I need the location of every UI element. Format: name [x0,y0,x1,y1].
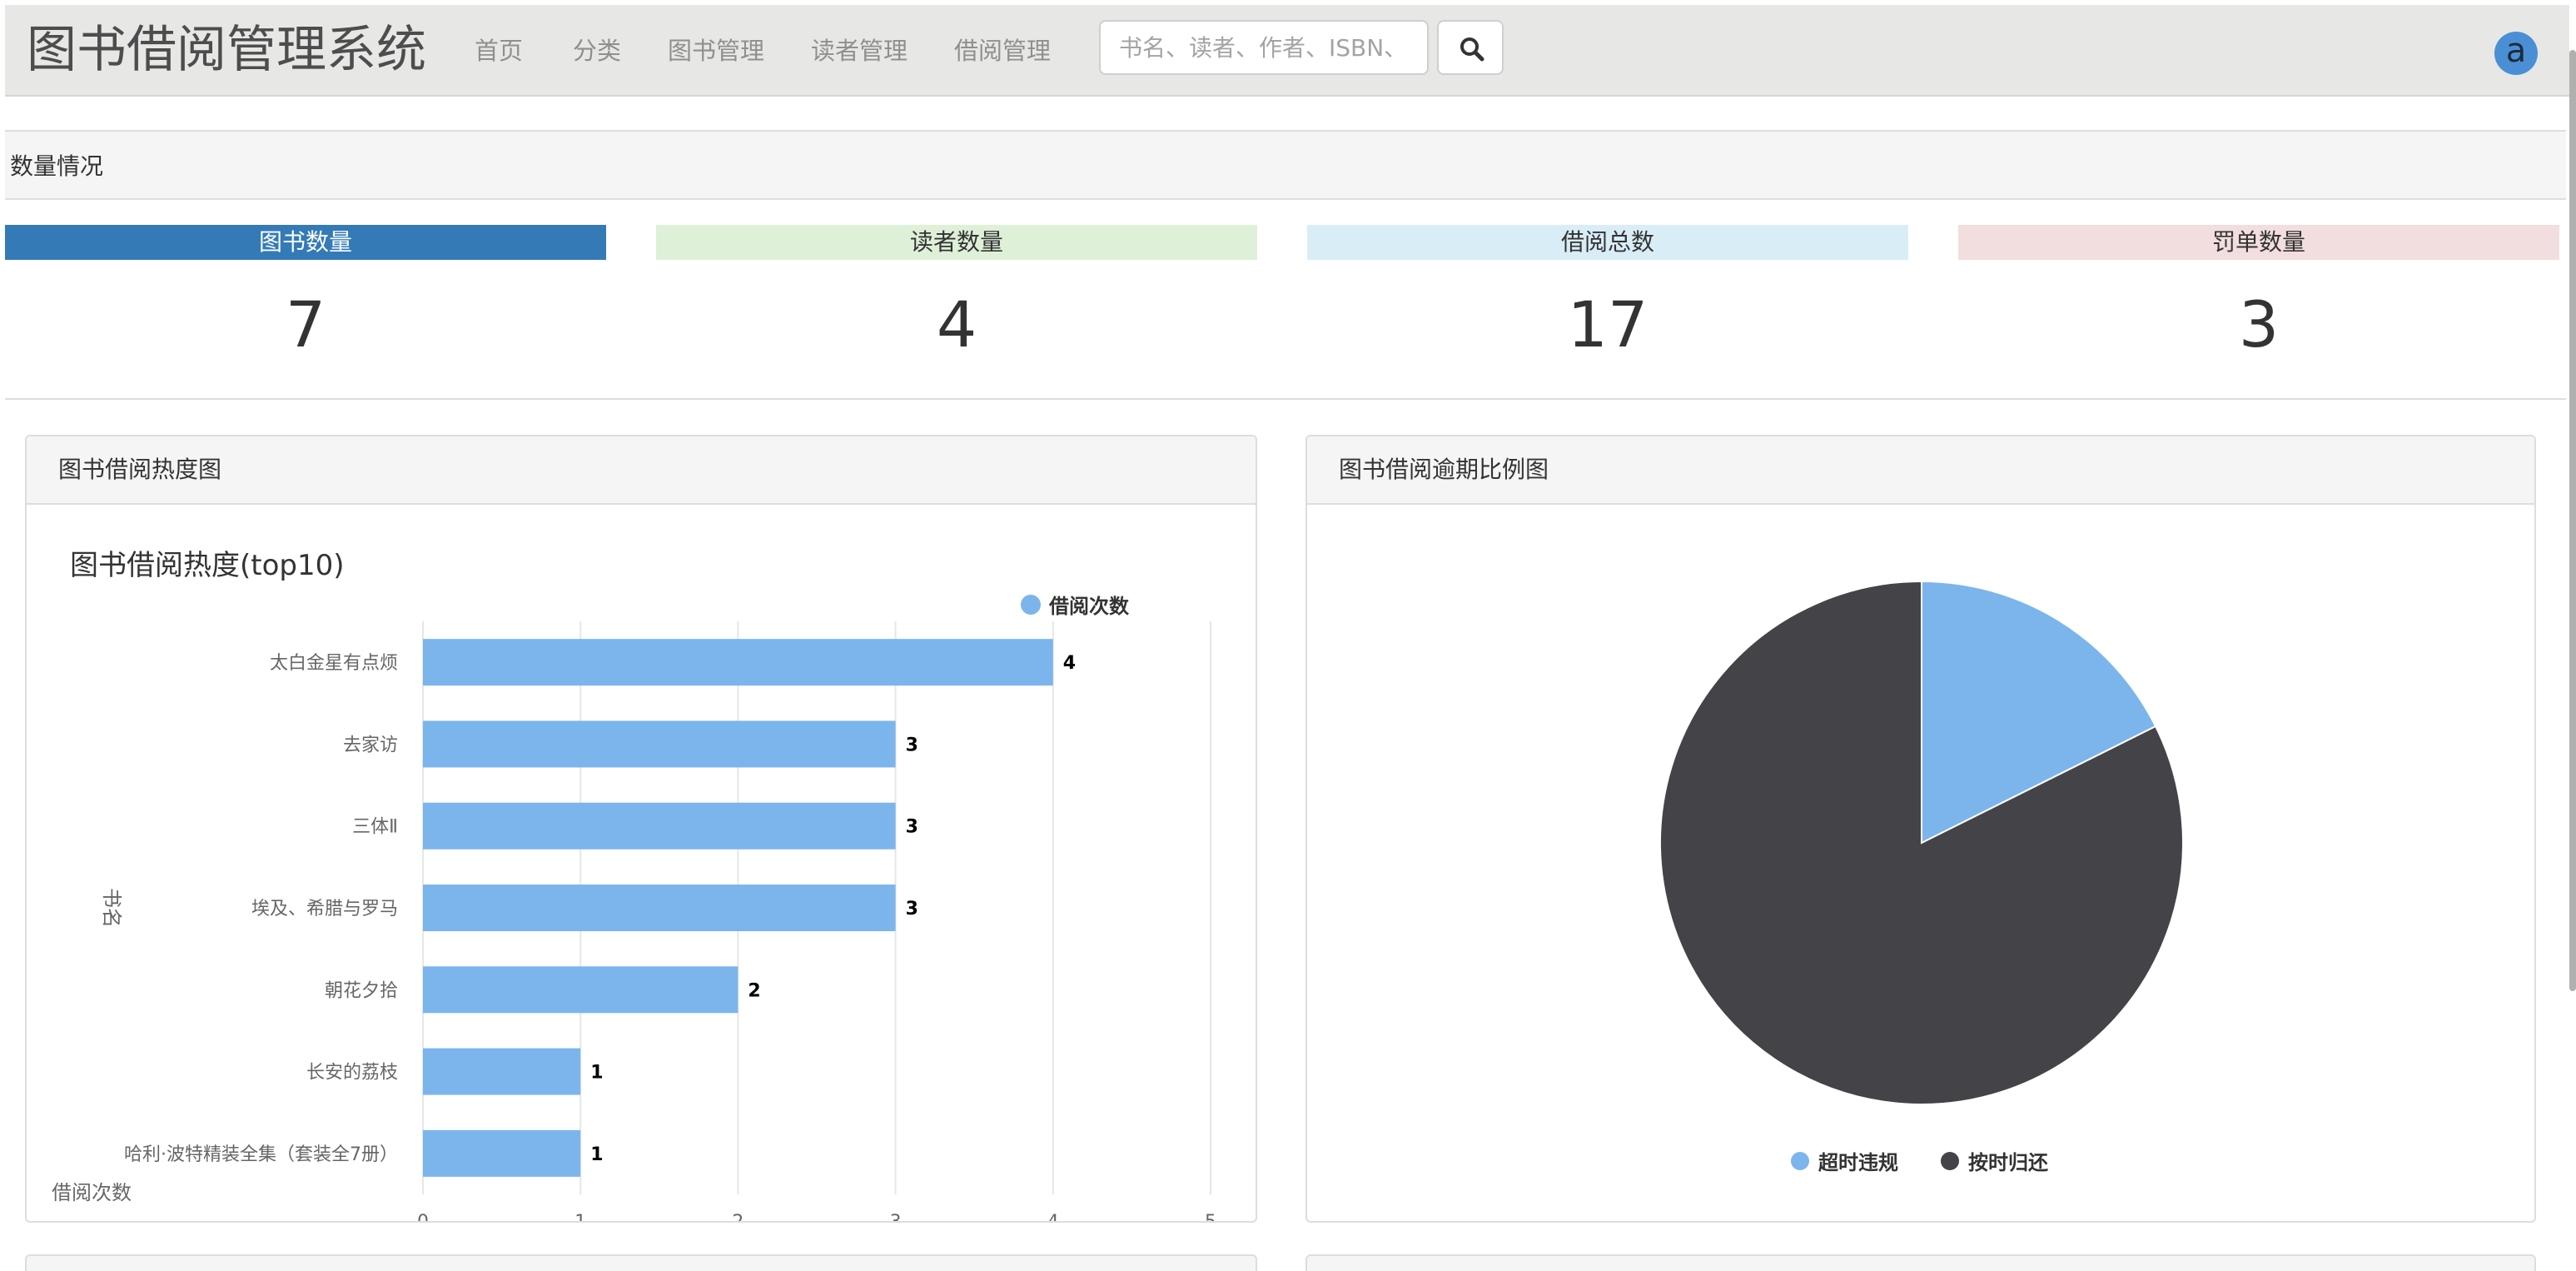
legend-marker [1791,1152,1809,1170]
panel-title: 图书借阅逾期比例图 [1339,456,1549,483]
bar-data-label: 4 [1063,653,1076,674]
panel-title: 图书借阅热度图 [58,456,222,483]
borrow-heat-bar-chart: 图书借阅热度(top10) 借阅次数 0 1 2 3 4 5 4 太白金星有点烦 3 去家访 3 三体Ⅱ 3… [52,549,1216,1221]
bar[interactable] [423,639,1053,686]
x-axis-title: 借阅次数 [52,1181,132,1204]
stat-label-fines: 罚单数量 [1958,225,2559,260]
y-tick-label: 去家访 [343,735,398,755]
y-tick-label: 三体Ⅱ [352,817,398,838]
stat-value-borrows: 17 [1567,287,1649,361]
y-tick-label: 太白金星有点烦 [270,653,398,674]
next-panel-edge [25,1254,1257,1271]
bar-data-label: 3 [906,899,918,920]
legend-marker [1941,1152,1959,1170]
section-header: 数量情况 [5,130,2566,200]
stat-label-books: 图书数量 [5,225,606,260]
stat-label-borrows: 借阅总数 [1307,225,1908,260]
legend-marker [1021,595,1041,615]
x-tick-label: 3 [890,1212,902,1221]
bar[interactable] [423,1048,581,1095]
y-tick-label: 哈利·波特精装全集（套装全7册） [124,1144,398,1165]
stat-value-books: 7 [285,287,326,361]
stat-label-readers: 读者数量 [656,225,1257,260]
bar-data-label: 3 [906,735,918,755]
top-navbar: 图书借阅管理系统 首页 分类 图书管理 读者管理 借阅管理 a [5,5,2569,97]
bar[interactable] [423,802,896,850]
search-button[interactable] [1437,20,1504,75]
user-avatar[interactable]: a [2494,32,2538,75]
y-axis-title: 书名 [100,888,123,928]
panel-header: 图书借阅逾期比例图 [1307,436,2534,505]
stat-value-readers: 4 [936,287,977,361]
stats-divider [5,398,2566,400]
bar[interactable] [423,720,896,768]
bar-data-label: 1 [590,1144,603,1165]
legend-label[interactable]: 超时违规 [1818,1151,1898,1174]
y-tick-label: 长安的荔枝 [306,1063,398,1084]
y-tick-label: 朝花夕拾 [325,980,398,1001]
search-icon [1460,37,1484,62]
bar[interactable] [423,1129,581,1177]
vertical-scrollbar[interactable] [2569,50,2576,991]
x-tick-label: 4 [1047,1212,1059,1221]
bar-data-label: 1 [590,1063,603,1084]
x-tick-label: 0 [417,1212,429,1221]
bar[interactable] [423,885,896,931]
x-tick-label: 1 [574,1212,586,1221]
search-input[interactable] [1099,20,1429,75]
stat-value-fines: 3 [2238,287,2280,361]
x-tick-label: 2 [732,1212,743,1221]
bar-data-label: 3 [906,817,918,838]
x-tick-label: 5 [1205,1212,1216,1221]
legend-label[interactable]: 借阅次数 [1048,595,1130,618]
overdue-ratio-panel: 图书借阅逾期比例图 超时违规 按时归还 [1305,435,2536,1223]
panel-header: 图书借阅热度图 [27,436,1256,505]
nav-item-reader-management[interactable]: 读者管理 [811,33,908,68]
bar[interactable] [423,966,738,1014]
nav-item-category[interactable]: 分类 [573,33,621,68]
section-title: 数量情况 [10,152,104,180]
bar-data-label: 2 [748,980,760,1001]
y-tick-label: 埃及、希腊与罗马 [251,899,398,920]
overdue-ratio-pie-chart: 超时违规 按时归还 [1659,580,2184,1174]
next-panel-edge [1305,1254,2536,1271]
legend-label[interactable]: 按时归还 [1968,1151,2049,1174]
borrow-heat-panel: 图书借阅热度图 图书借阅热度(top10) 借阅次数 0 1 2 3 4 5 4 太白金星有点烦 3… [25,435,1257,1223]
nav-item-borrow-management[interactable]: 借阅管理 [954,33,1051,68]
app-brand-title[interactable]: 图书借阅管理系统 [27,17,426,83]
chart-title: 图书借阅热度(top10) [70,549,345,582]
nav-item-home[interactable]: 首页 [475,33,523,68]
nav-item-book-management[interactable]: 图书管理 [668,33,764,68]
